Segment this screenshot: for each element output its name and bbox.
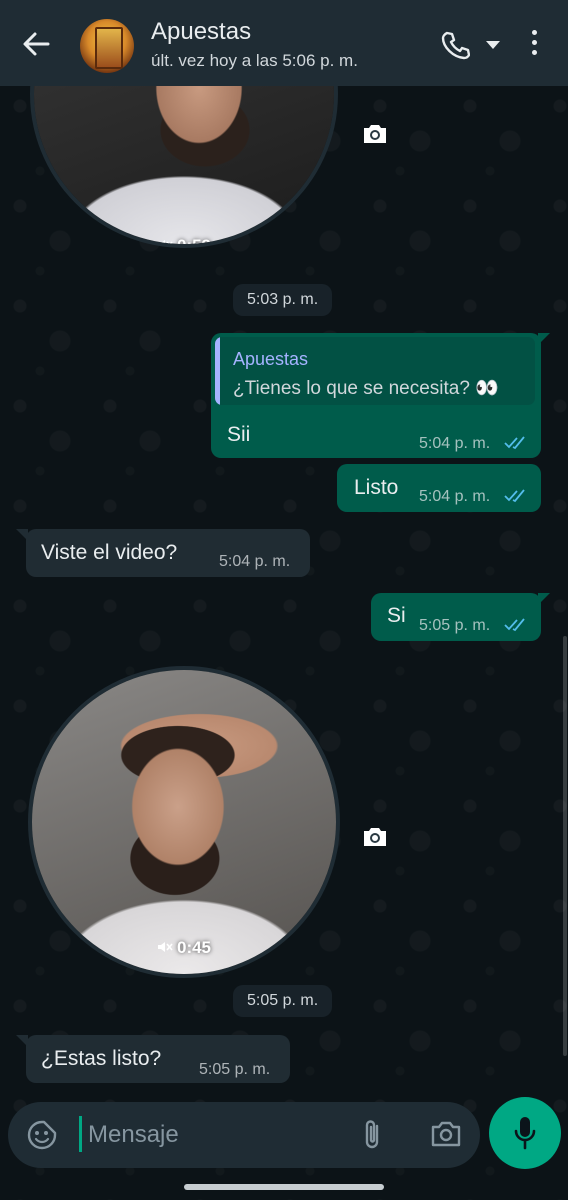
message-text: Sii bbox=[227, 423, 251, 446]
read-receipt-icon bbox=[504, 489, 525, 503]
message-time: 5:04 p. m. bbox=[419, 488, 491, 505]
scrollbar[interactable] bbox=[563, 636, 567, 1056]
call-dropdown-icon[interactable] bbox=[486, 41, 500, 49]
contact-name[interactable]: Apuestas bbox=[151, 18, 251, 46]
message-time: 5:05 p. m. bbox=[199, 1061, 271, 1078]
home-indicator[interactable] bbox=[184, 1184, 384, 1190]
incoming-message[interactable]: ¿Estas listo? 5:05 p. m. bbox=[26, 1035, 290, 1083]
outgoing-message[interactable]: Si 5:05 p. m. bbox=[371, 593, 541, 641]
chat-wallpaper bbox=[0, 86, 568, 1200]
voice-call-icon[interactable] bbox=[440, 30, 470, 60]
read-receipt-icon bbox=[504, 618, 525, 632]
attach-icon[interactable] bbox=[360, 1118, 386, 1152]
message-time: 5:04 p. m. bbox=[219, 553, 291, 570]
back-arrow-icon[interactable] bbox=[22, 30, 50, 58]
camera-icon[interactable] bbox=[430, 1120, 462, 1148]
video-timestamp: 5:03 p. m. bbox=[233, 284, 333, 316]
camera-icon[interactable] bbox=[361, 122, 389, 146]
video-duration: 0:59 bbox=[176, 236, 212, 248]
message-input[interactable] bbox=[88, 1115, 348, 1155]
contact-avatar[interactable] bbox=[80, 19, 134, 73]
outgoing-message[interactable]: Listo 5:04 p. m. bbox=[337, 464, 541, 512]
quoted-sender: Apuestas bbox=[233, 349, 309, 369]
camera-icon[interactable] bbox=[361, 825, 389, 849]
microphone-icon bbox=[514, 1117, 536, 1150]
video-note-2[interactable]: 0:45 bbox=[28, 666, 340, 978]
message-text: Listo bbox=[354, 476, 399, 499]
message-text: Si bbox=[387, 604, 406, 627]
read-receipt-icon bbox=[504, 436, 525, 450]
message-time: 5:05 p. m. bbox=[419, 617, 491, 634]
sticker-emoji-icon[interactable] bbox=[26, 1119, 58, 1151]
more-options-icon[interactable] bbox=[530, 30, 538, 58]
message-text: Viste el video? bbox=[41, 541, 178, 564]
incoming-message[interactable]: Viste el video? 5:04 p. m. bbox=[26, 529, 310, 577]
muted-icon bbox=[157, 942, 173, 952]
chat-header: Apuestas últ. vez hoy a las 5:06 p. m. bbox=[0, 0, 568, 86]
voice-record-button[interactable] bbox=[489, 1097, 561, 1169]
quoted-message[interactable]: Apuestas ¿Tienes lo que se necesita? 👀 bbox=[215, 337, 535, 405]
last-seen-status: últ. vez hoy a las 5:06 p. m. bbox=[151, 51, 358, 70]
message-text: ¿Estas listo? bbox=[41, 1047, 162, 1070]
message-composer bbox=[8, 1102, 480, 1168]
message-time: 5:04 p. m. bbox=[419, 435, 491, 452]
quoted-text: ¿Tienes lo que se necesita? 👀 bbox=[233, 378, 499, 399]
video-timestamp: 5:05 p. m. bbox=[233, 985, 333, 1017]
video-duration: 0:45 bbox=[176, 938, 212, 957]
outgoing-message-reply[interactable]: Apuestas ¿Tienes lo que se necesita? 👀 S… bbox=[211, 333, 541, 458]
text-cursor bbox=[79, 1116, 82, 1152]
